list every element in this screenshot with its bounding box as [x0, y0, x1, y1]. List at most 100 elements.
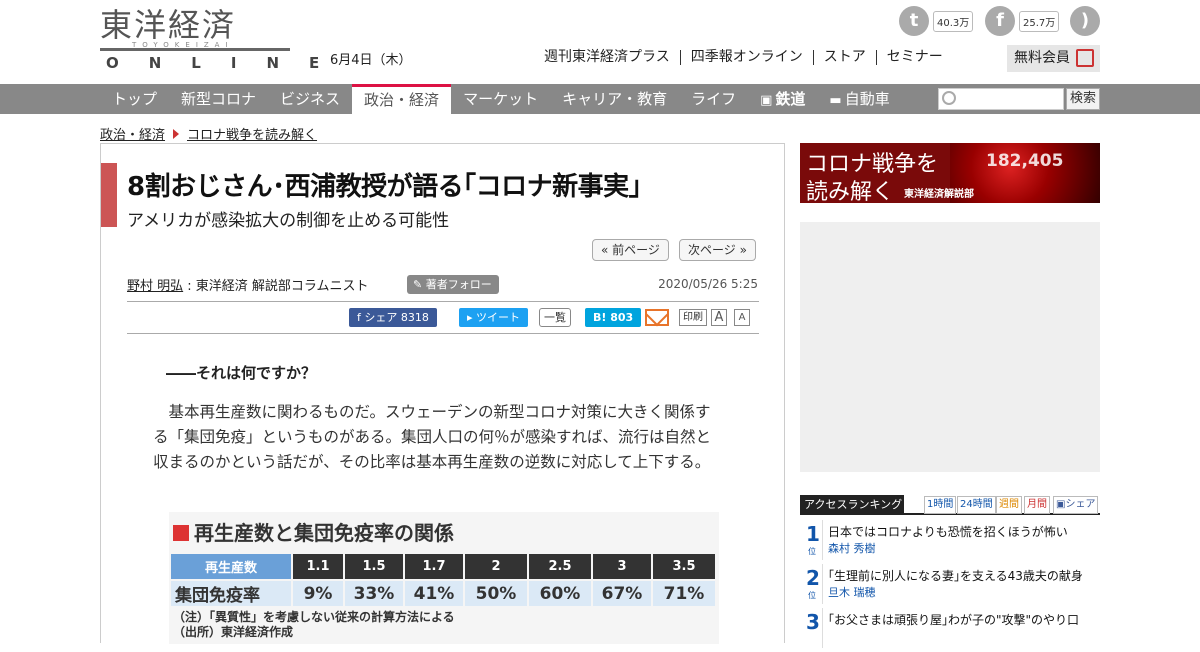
ad-slot — [800, 222, 1100, 472]
table-header-row: 再生産数 1.1 1.5 1.7 2 2.5 3 3.5 — [171, 554, 715, 579]
ranking-tab-monthly[interactable]: 月間 — [1024, 496, 1050, 514]
next-page-button[interactable]: 次ページ » — [679, 239, 756, 261]
publish-date: 2020/05/26 5:25 — [658, 277, 758, 291]
nav-automobile-label: 自動車 — [844, 90, 890, 108]
site-logo[interactable]: 東洋経済 TOYOKEIZAI ONLINE — [100, 6, 319, 72]
ranking-item[interactable]: 2 位 ｢生理前に別人になる妻｣を支える43歳夫の献身 旦木 瑞穂 — [800, 564, 1100, 608]
rank-author: 旦木 瑞穂 — [828, 586, 876, 599]
table-cell: 71% — [653, 581, 715, 606]
tweet-list-link[interactable]: 一覧 — [539, 308, 571, 327]
ranking-item[interactable]: 3 ｢お父さまは頑張り屋｣わが子の"攻撃"のやり口 — [800, 608, 1100, 652]
logo-online: ONLINE — [106, 54, 350, 72]
search-input[interactable] — [938, 88, 1064, 110]
figure-reproduction-immunity: 再生産数と集団免疫率の関係 再生産数 1.1 1.5 1.7 2 2.5 3 3… — [169, 512, 719, 644]
car-icon: ▬ — [829, 93, 842, 108]
divider — [127, 301, 759, 302]
table-cell: 1.7 — [405, 554, 463, 579]
article-paragraph: 基本再生産数に関わるものだ。スウェーデンの新型コロナ対策に大きく関係する「集団免… — [153, 403, 712, 471]
ranking-tab-share-label: シェア — [1065, 499, 1096, 510]
facebook-share-button[interactable]: f シェア 8318 — [349, 308, 437, 327]
figure-table: 再生産数 1.1 1.5 1.7 2 2.5 3 3.5 集団免疫率 9% 33… — [169, 552, 717, 608]
top-link-seminar[interactable]: セミナー — [877, 50, 953, 65]
search-icon — [942, 91, 956, 105]
author-follow-label: 著者フォロー — [425, 278, 492, 291]
author-follow-button[interactable]: ✎ 著者フォロー — [407, 275, 499, 294]
table-cell: 2 — [465, 554, 527, 579]
nav-business[interactable]: ビジネス — [268, 84, 352, 114]
figure-note-line: （注）「異質性」を考慮しない従来の計算方法による — [173, 610, 455, 624]
train-icon: ▣ — [760, 93, 773, 108]
table-cell: 50% — [465, 581, 527, 606]
ranking-tab-24h[interactable]: 24時間 — [957, 496, 996, 514]
series-banner[interactable]: 182,405 コロナ戦争を 読み解く 東洋経済解説部 — [800, 143, 1100, 203]
nav-corona[interactable]: 新型コロナ — [169, 84, 268, 114]
facebook-follow[interactable]: f 25.7万 — [985, 6, 1060, 36]
facebook-share-label: シェア 8318 — [364, 311, 429, 324]
rss-link[interactable]: ) — [1070, 6, 1100, 36]
ranking-tab-weekly[interactable]: 週間 — [996, 496, 1022, 514]
top-links: 週刊東洋経済プラス 四季報オンライン ストア セミナー — [544, 50, 953, 65]
table-header-label: 再生産数 — [171, 554, 291, 579]
ranking-tab-1h[interactable]: 1時間 — [924, 496, 957, 514]
search-button[interactable]: 検索 — [1066, 88, 1100, 110]
top-link-store[interactable]: ストア — [814, 50, 877, 65]
nav-railway[interactable]: ▣ 鉄道 — [748, 84, 817, 114]
nav-automobile[interactable]: ▬ 自動車 — [817, 84, 901, 114]
top-link-weekly[interactable]: 週刊東洋経済プラス — [544, 50, 681, 65]
table-cell: 67% — [593, 581, 651, 606]
author-role: : 東洋経済 解説部コラムニスト — [183, 279, 369, 294]
nav-politics-economy[interactable]: 政治・経済 — [352, 84, 452, 114]
rank-unit: 位 — [808, 547, 816, 556]
free-member-button[interactable]: 無料会員 — [1007, 45, 1100, 72]
prev-page-button[interactable]: « 前ページ — [592, 239, 669, 261]
title-accent — [101, 163, 117, 227]
table-cell: 60% — [529, 581, 591, 606]
hatena-bookmark-button[interactable]: B! 803 — [585, 308, 642, 327]
tweet-label: ツイート — [476, 311, 521, 324]
font-large-button[interactable]: A — [711, 309, 727, 326]
article: 8割おじさん･西浦教授が語る｢コロナ新事実｣ アメリカが感染拡大の制御を止める可… — [100, 143, 785, 644]
free-member-label: 無料会員 — [1014, 50, 1070, 66]
twitter-icon: t — [899, 6, 929, 36]
figure-source-line: （出所）東洋経済作成 — [173, 625, 294, 639]
ranking-header: アクセスランキング 1時間 24時間 週間 月間 ▣シェア — [800, 495, 1100, 515]
figure-title-text: 再生産数と集団免疫率の関係 — [194, 521, 454, 545]
author-line: 野村 明弘 : 東洋経済 解説部コラムニスト — [127, 275, 369, 294]
tweet-button[interactable]: ▸ ツイート — [459, 308, 529, 327]
logo-kanji: 東洋経済 — [100, 6, 237, 44]
top-link-shikiho[interactable]: 四季報オンライン — [681, 50, 814, 65]
rank-headline: ｢生理前に別人になる妻｣を支える43歳夫の献身 — [828, 569, 1083, 583]
rank-author: 森村 秀樹 — [828, 542, 876, 555]
ranking-item[interactable]: 1 位 日本ではコロナよりも恐慌を招くほうが怖い 森村 秀樹 — [800, 520, 1100, 564]
table-cell: 1.5 — [345, 554, 403, 579]
print-button[interactable]: 印刷 — [679, 309, 707, 326]
rank-unit: 位 — [808, 591, 816, 600]
rss-icon: ) — [1070, 6, 1100, 36]
breadcrumb-category[interactable]: 政治・経済 — [100, 124, 165, 143]
gift-icon — [1076, 49, 1094, 67]
article-subtitle: アメリカが感染拡大の制御を止める可能性 — [127, 211, 450, 231]
twitter-follow[interactable]: t 40.3万 — [899, 6, 974, 36]
ranking-tab-share[interactable]: ▣シェア — [1053, 496, 1099, 514]
facebook-count: 25.7万 — [1019, 10, 1060, 32]
article-title: 8割おじさん･西浦教授が語る｢コロナ新事実｣ — [127, 172, 642, 202]
author-name[interactable]: 野村 明弘 — [127, 279, 183, 294]
rank-number: 1 — [806, 522, 820, 546]
table-cell: 33% — [345, 581, 403, 606]
nav-top[interactable]: トップ — [100, 84, 169, 114]
ranking-title: アクセスランキング — [800, 495, 904, 515]
nav-life[interactable]: ライフ — [679, 84, 748, 114]
font-small-button[interactable]: A — [734, 309, 750, 326]
breadcrumb-series[interactable]: コロナ戦争を読み解く — [187, 124, 317, 143]
rank-headline: ｢お父さまは頑張り屋｣わが子の"攻撃"のやり口 — [828, 613, 1080, 627]
nav-market[interactable]: マーケット — [451, 84, 550, 114]
facebook-icon: f — [985, 6, 1015, 36]
table-cell: 9% — [293, 581, 343, 606]
nav-career[interactable]: キャリア・教育 — [550, 84, 679, 114]
table-row: 集団免疫率 9% 33% 41% 50% 60% 67% 71% — [171, 581, 715, 606]
table-cell: 3 — [593, 554, 651, 579]
breadcrumb: 政治・経済 コロナ戦争を読み解く — [100, 124, 317, 143]
divider — [127, 333, 759, 334]
breadcrumb-arrow-icon — [173, 128, 180, 139]
mail-icon[interactable] — [645, 309, 669, 326]
